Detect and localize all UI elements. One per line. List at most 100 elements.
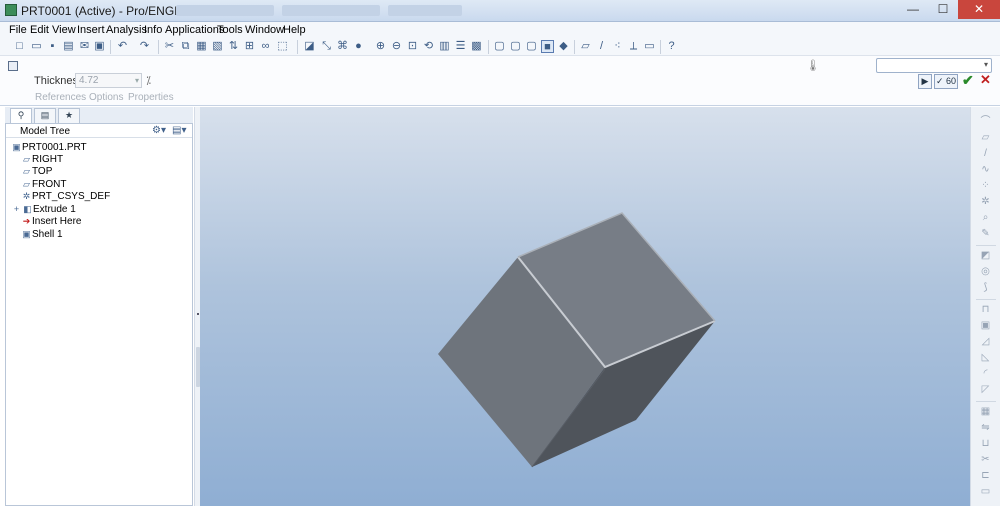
context-help-icon[interactable]: ?	[665, 40, 678, 53]
tree-item-insert-here[interactable]: ➔ Insert Here	[21, 216, 82, 228]
datum-curve-icon[interactable]: ∿	[979, 163, 992, 176]
find-icon[interactable]: ⊞	[243, 40, 256, 53]
thickness-input[interactable]: 4.72 ▾	[75, 73, 142, 88]
enhanced-realism-icon[interactable]: ◆	[557, 40, 570, 53]
datum-point-tool-icon[interactable]: ⁘	[979, 179, 992, 192]
save-copy-icon[interactable]: ▣	[93, 40, 106, 53]
undo-icon[interactable]: ↶	[116, 40, 129, 53]
merge-icon[interactable]: ⊔	[979, 437, 992, 450]
tree-item-extrude[interactable]: + ◧Extrude 1	[11, 204, 76, 216]
menu-edit[interactable]: Edit	[30, 24, 49, 36]
menu-analysis[interactable]: Analysis	[106, 24, 147, 36]
datum-point-icon[interactable]: ⁖	[611, 40, 624, 53]
menu-info[interactable]: Info	[144, 24, 162, 36]
annotation-icon[interactable]: ▭	[643, 40, 656, 53]
tree-item-csys[interactable]: ✲ PRT_CSYS_DEF	[21, 191, 110, 203]
pin-icon[interactable]: 🌡	[806, 59, 820, 72]
find-binoculars-icon[interactable]: ∞	[259, 40, 272, 53]
round-icon[interactable]: ◜	[979, 367, 992, 380]
send-icon[interactable]: ✉	[78, 40, 91, 53]
offset-icon[interactable]: ⊏	[979, 469, 992, 482]
cancel-x-icon[interactable]: ✕	[980, 72, 991, 88]
hidden-line-icon[interactable]: ▢	[509, 40, 522, 53]
draft-icon[interactable]: ◺	[979, 351, 992, 364]
extrude-tool-icon[interactable]: ◩	[979, 249, 992, 262]
zoom-in-icon[interactable]: ⊕	[374, 40, 387, 53]
datum-plane-icon[interactable]: ▱	[579, 40, 592, 53]
paste-icon[interactable]: ▦	[195, 40, 208, 53]
saved-views-icon[interactable]: ▥	[438, 40, 451, 53]
new-icon[interactable]: □	[13, 40, 26, 53]
csys-tool-icon[interactable]: ✲	[979, 195, 992, 208]
csys-icon[interactable]: ⌘	[336, 40, 349, 53]
open-icon[interactable]: ▭	[30, 40, 43, 53]
menu-help[interactable]: Help	[283, 24, 306, 36]
menu-tools[interactable]: Tools	[217, 24, 243, 36]
select-box-icon[interactable]: ⬚	[276, 40, 289, 53]
tree-item-right[interactable]: ▱ RIGHT	[21, 154, 63, 166]
no-hidden-icon[interactable]: ▢	[525, 40, 538, 53]
analysis-icon[interactable]: ⌕	[979, 211, 992, 224]
flip-direction-icon[interactable]: ⁒	[146, 74, 151, 87]
pencil-icon[interactable]: ✎	[979, 227, 992, 240]
tree-show-icon[interactable]: ▤▾	[172, 125, 186, 136]
chevron-down-icon[interactable]: ▾	[135, 74, 139, 87]
reorient-icon[interactable]: ⟲	[422, 40, 435, 53]
revolve-icon[interactable]: ◎	[979, 265, 992, 278]
expand-plus-icon[interactable]: +	[11, 204, 22, 214]
tree-item-front[interactable]: ▱ FRONT	[21, 179, 66, 191]
favorites-tab[interactable]: ★	[58, 108, 80, 123]
datum-plane-tool-icon[interactable]: ▱	[979, 131, 992, 144]
sketch-icon[interactable]: ⌒	[979, 115, 992, 128]
tab-properties[interactable]: Properties	[128, 92, 174, 103]
datum-display-icon[interactable]: ⤡	[320, 40, 333, 53]
hole-icon[interactable]: ⊓	[979, 303, 992, 316]
csys-display-icon[interactable]: ⟂	[627, 40, 640, 53]
tree-settings-icon[interactable]: ⚙▾	[152, 125, 166, 136]
zoom-out-icon[interactable]: ⊖	[390, 40, 403, 53]
menu-applications[interactable]: Applications	[165, 24, 224, 36]
datum-axis-tool-icon[interactable]: /	[979, 147, 992, 160]
save-icon[interactable]: ▪	[46, 40, 59, 53]
sweep-icon[interactable]: ⟆	[979, 281, 992, 294]
filter-combo[interactable]: ▾	[876, 58, 992, 73]
shelled-box-model[interactable]	[200, 107, 970, 506]
paste-special-icon[interactable]: ▧	[211, 40, 224, 53]
rib-icon[interactable]: ◿	[979, 335, 992, 348]
shell-tool-icon[interactable]: ▣	[979, 319, 992, 332]
folder-browser-tab[interactable]: ▤	[34, 108, 56, 123]
shading-icon[interactable]: ●	[352, 40, 365, 53]
chevron-down-icon[interactable]: ▾	[984, 60, 988, 69]
trim-icon[interactable]: ✂	[979, 453, 992, 466]
layers-icon[interactable]: ☰	[454, 40, 467, 53]
thicken-icon[interactable]: ▭	[979, 485, 992, 498]
tab-references[interactable]: References	[35, 92, 86, 103]
tree-item-shell[interactable]: ▣Shell 1	[21, 229, 62, 241]
redo-icon[interactable]: ↷	[138, 40, 151, 53]
regenerate-icon[interactable]: ⇅	[227, 40, 240, 53]
minimize-button[interactable]: —	[898, 0, 928, 19]
pattern-icon[interactable]: ▦	[979, 405, 992, 418]
graphics-viewport[interactable]	[200, 107, 970, 506]
menu-window[interactable]: Window	[245, 24, 284, 36]
pause-button[interactable]: ▶	[918, 74, 932, 89]
taskbar-tab[interactable]	[282, 5, 380, 16]
menu-file[interactable]: File	[9, 24, 27, 36]
ok-check-icon[interactable]: ✔	[962, 72, 974, 89]
chamfer-icon[interactable]: ◸	[979, 383, 992, 396]
maximize-button[interactable]: ☐	[928, 0, 958, 19]
print-icon[interactable]: ▤	[62, 40, 75, 53]
taskbar-tab[interactable]	[176, 5, 274, 16]
datum-axis-icon[interactable]: /	[595, 40, 608, 53]
refit-icon[interactable]: ⊡	[406, 40, 419, 53]
taskbar-tab[interactable]	[388, 5, 462, 16]
copy-icon[interactable]: ⧉	[179, 40, 192, 53]
tree-item-top[interactable]: ▱ TOP	[21, 166, 52, 178]
model-display-icon[interactable]: ◪	[303, 40, 316, 53]
preview-button[interactable]: ✓ 60	[934, 74, 958, 89]
wireframe-icon[interactable]: ▢	[493, 40, 506, 53]
tree-item-part[interactable]: ▣PRT0001.PRT	[11, 142, 86, 154]
shaded-icon[interactable]: ■	[541, 40, 554, 53]
layer-tree-icon[interactable]: ▩	[470, 40, 483, 53]
mirror-icon[interactable]: ⇋	[979, 421, 992, 434]
